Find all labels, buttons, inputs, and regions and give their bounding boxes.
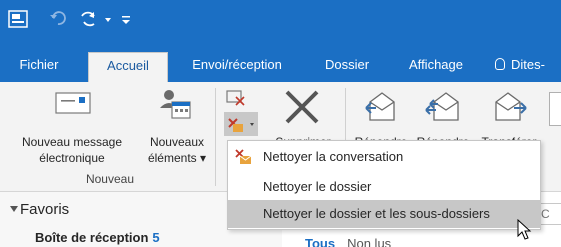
new-email-label-line2[interactable]: électronique: [2, 150, 142, 166]
ribbon-tab-bar: Fichier Accueil Envoi/réception Dossier …: [0, 45, 561, 82]
forward-icon[interactable]: [490, 88, 530, 124]
tab-envoi-reception[interactable]: Envoi/réception: [182, 52, 292, 82]
menu-item-label: Nettoyer le dossier: [263, 179, 372, 194]
reply-all-icon[interactable]: [424, 88, 464, 124]
menu-item-label: Nettoyer la conversation: [263, 149, 404, 164]
ignore-icon[interactable]: [224, 87, 248, 107]
inbox-label: Boîte de réception: [35, 230, 149, 245]
message-filter-tabs: Tous Non lus: [305, 236, 391, 247]
more-actions-icon[interactable]: [549, 92, 561, 126]
new-email-icon[interactable]: [53, 90, 93, 116]
quick-access-toolbar: [0, 0, 561, 45]
tell-me-label: Dites-: [511, 57, 545, 72]
reply-icon[interactable]: [362, 88, 402, 124]
tab-dossier[interactable]: Dossier: [317, 52, 377, 82]
tab-affichage[interactable]: Affichage: [398, 52, 474, 82]
new-items-label-line1[interactable]: Nouveaux: [141, 134, 213, 150]
menu-item-clean-folder-and-subfolders[interactable]: Nettoyer le dossier et les sous-dossiers: [228, 200, 540, 228]
new-items-label-line2[interactable]: éléments ▾: [141, 150, 213, 166]
tab-accueil[interactable]: Accueil: [88, 52, 168, 82]
undo-icon[interactable]: [50, 8, 66, 30]
clean-up-menu: Nettoyer la conversation Nettoyer le dos…: [227, 140, 541, 230]
outlook-app-icon[interactable]: [8, 8, 28, 30]
send-receive-icon[interactable]: [78, 8, 118, 30]
group-label-nouveau: Nouveau: [85, 172, 135, 186]
menu-item-label: Nettoyer le dossier et les sous-dossiers: [263, 206, 490, 221]
mouse-cursor-icon: [517, 219, 532, 240]
filter-unread[interactable]: Non lus: [347, 236, 391, 247]
delete-icon[interactable]: [283, 90, 321, 124]
filter-all[interactable]: Tous: [305, 236, 335, 247]
tab-fichier[interactable]: Fichier: [14, 52, 64, 82]
group-separator: [215, 88, 216, 186]
unread-count-badge: 5: [152, 230, 160, 245]
menu-item-clean-folder[interactable]: Nettoyer le dossier: [228, 173, 540, 201]
customize-toolbar-icon[interactable]: [120, 8, 132, 30]
new-items-icon[interactable]: [158, 86, 192, 120]
tell-me-box[interactable]: Dites-: [495, 52, 561, 82]
clean-up-icon[interactable]: [224, 112, 258, 136]
collapse-caret-icon[interactable]: [10, 206, 18, 212]
inbox-folder[interactable]: Boîte de réception 5: [35, 230, 160, 245]
clean-conversation-icon: [235, 149, 252, 164]
new-items-label-text: éléments: [147, 151, 197, 165]
favorites-header[interactable]: Favoris: [20, 201, 69, 218]
lightbulb-icon: [495, 58, 505, 70]
new-email-label-line1[interactable]: Nouveau message: [2, 134, 142, 150]
menu-item-clean-conversation[interactable]: Nettoyer la conversation: [228, 143, 540, 171]
